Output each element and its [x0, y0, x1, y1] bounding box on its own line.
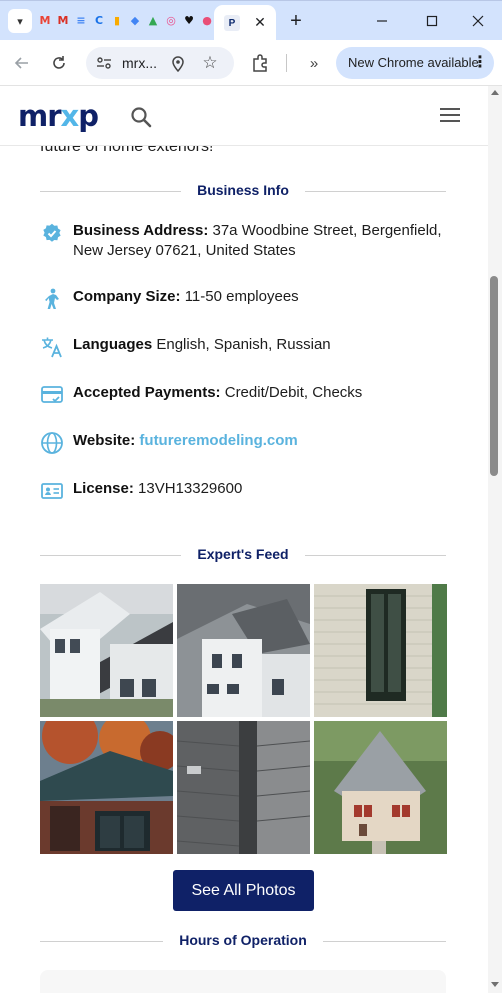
mrxp-favicon: P: [224, 15, 240, 31]
docs-icon[interactable]: ≡: [74, 12, 88, 28]
browser-toolbar: mrx... ☆ » New Chrome available ⋮: [0, 40, 502, 86]
page-viewport: mrxp future of home exteriors! Business …: [0, 86, 488, 993]
close-tab-icon[interactable]: ✕: [250, 12, 270, 32]
business-address-row: Business Address: 37a Woodbine Street, B…: [40, 221, 450, 265]
new-tab-button[interactable]: +: [284, 10, 308, 32]
feed-photo[interactable]: [40, 721, 173, 854]
shape-icon[interactable]: ●: [200, 12, 214, 28]
ads-icon[interactable]: ▲: [146, 12, 160, 28]
license-row: License: 13VH13329600: [40, 479, 450, 503]
website-row: Website: futureremodeling.com: [40, 431, 450, 455]
credit-card-icon: [40, 383, 64, 407]
close-window-icon[interactable]: [466, 9, 490, 33]
diamond-icon[interactable]: ◆: [128, 12, 142, 28]
maximize-icon[interactable]: [420, 9, 444, 33]
bookmark-star-icon[interactable]: ☆: [198, 51, 222, 75]
languages-label: Languages: [73, 336, 153, 353]
hamburger-menu-icon[interactable]: [440, 108, 460, 124]
url-text[interactable]: mrx...: [122, 55, 157, 71]
business-info-heading-label: Business Info: [40, 182, 446, 198]
business-address-text: Business Address: 37a Woodbine Street, B…: [73, 221, 450, 261]
feed-photo[interactable]: [177, 721, 310, 854]
translate-icon: [40, 335, 64, 359]
website-text: Website: futureremodeling.com: [73, 431, 450, 451]
logo-text: mr: [18, 99, 62, 133]
search-icon[interactable]: [128, 104, 154, 130]
address-bar[interactable]: mrx... ☆: [86, 47, 234, 79]
company-size-row: Company Size: 11-50 employees: [40, 287, 450, 311]
kebab-menu-icon[interactable]: ⋮: [472, 52, 488, 72]
scroll-down-arrow-icon[interactable]: [491, 982, 499, 987]
page-scrollbar[interactable]: [488, 86, 502, 993]
company-size-label: Company Size:: [73, 288, 181, 305]
mrxp-logo[interactable]: mrxp: [18, 99, 99, 133]
business-info-heading: Business Info: [40, 181, 446, 201]
license-label: License:: [73, 480, 134, 497]
website-link[interactable]: futureremodeling.com: [139, 432, 297, 449]
accepted-payments-row: Accepted Payments: Credit/Debit, Checks: [40, 383, 450, 407]
experts-feed-heading-text: Expert's Feed: [181, 546, 305, 562]
site-header: mrxp: [0, 86, 488, 146]
license-text: License: 13VH13329600: [73, 479, 450, 499]
back-arrow-icon[interactable]: [10, 51, 34, 75]
pinned-tabs: M M ≡ C ▮ ◆ ▲ ◎ ♥ ●: [38, 12, 214, 30]
verified-badge-icon: [40, 221, 64, 245]
hours-heading-text: Hours of Operation: [163, 932, 323, 948]
experts-feed-heading: Expert's Feed: [40, 545, 446, 565]
update-chrome-button[interactable]: New Chrome available ⋮: [336, 47, 494, 79]
active-tab[interactable]: P ✕: [214, 5, 276, 41]
logo-accent: x: [60, 99, 80, 133]
business-info-heading-text: Business Info: [181, 182, 305, 198]
worker-icon: [40, 287, 64, 311]
feed-photo[interactable]: [40, 584, 173, 717]
website-label: Website:: [73, 432, 136, 449]
languages-text: Languages English, Spanish, Russian: [73, 335, 450, 355]
accepted-payments-label: Accepted Payments:: [73, 384, 221, 401]
minimize-icon[interactable]: [370, 9, 394, 33]
globe-icon: [40, 431, 64, 455]
business-address-label: Business Address:: [73, 222, 209, 239]
location-pin-icon[interactable]: [166, 51, 190, 75]
license-value: 13VH13329600: [138, 480, 243, 497]
feed-photo[interactable]: [314, 584, 447, 717]
gmail-icon[interactable]: M: [38, 12, 52, 28]
company-size-value: 11-50 employees: [184, 288, 299, 305]
company-size-text: Company Size: 11-50 employees: [73, 287, 450, 307]
heart-icon[interactable]: ♥: [182, 12, 196, 28]
analytics-icon[interactable]: ▮: [110, 12, 124, 28]
browser-tab-strip: ▾ M M ≡ C ▮ ◆ ▲ ◎ ♥ ● P ✕ +: [0, 0, 502, 41]
scrollbar-thumb[interactable]: [490, 276, 498, 476]
toolbar-divider: [286, 54, 287, 72]
hours-heading: Hours of Operation: [40, 931, 446, 951]
feed-photo[interactable]: [314, 721, 447, 854]
site-info-icon[interactable]: [92, 51, 116, 75]
dribbble-icon[interactable]: ◎: [164, 12, 178, 28]
logo-text-tail: p: [78, 99, 99, 133]
c-icon[interactable]: C: [92, 12, 106, 28]
hours-card: [40, 970, 446, 993]
update-chrome-label: New Chrome available: [348, 55, 479, 70]
chevron-double-right-icon[interactable]: »: [302, 51, 326, 75]
feed-photo[interactable]: [177, 584, 310, 717]
hours-heading-label: Hours of Operation: [40, 932, 446, 948]
languages-row: Languages English, Spanish, Russian: [40, 335, 450, 359]
languages-value: English, Spanish, Russian: [156, 336, 331, 353]
id-card-icon: [40, 479, 64, 503]
see-all-photos-button[interactable]: See All Photos: [173, 870, 314, 911]
gmail-icon[interactable]: M: [56, 12, 70, 28]
photo-grid: [40, 584, 447, 854]
tab-search-button[interactable]: ▾: [8, 9, 32, 33]
accepted-payments-text: Accepted Payments: Credit/Debit, Checks: [73, 383, 450, 403]
scroll-up-arrow-icon[interactable]: [491, 90, 499, 95]
extensions-icon[interactable]: [248, 51, 272, 75]
accepted-payments-value: Credit/Debit, Checks: [224, 384, 363, 401]
reload-icon[interactable]: [47, 51, 71, 75]
experts-feed-heading-label: Expert's Feed: [40, 546, 446, 562]
